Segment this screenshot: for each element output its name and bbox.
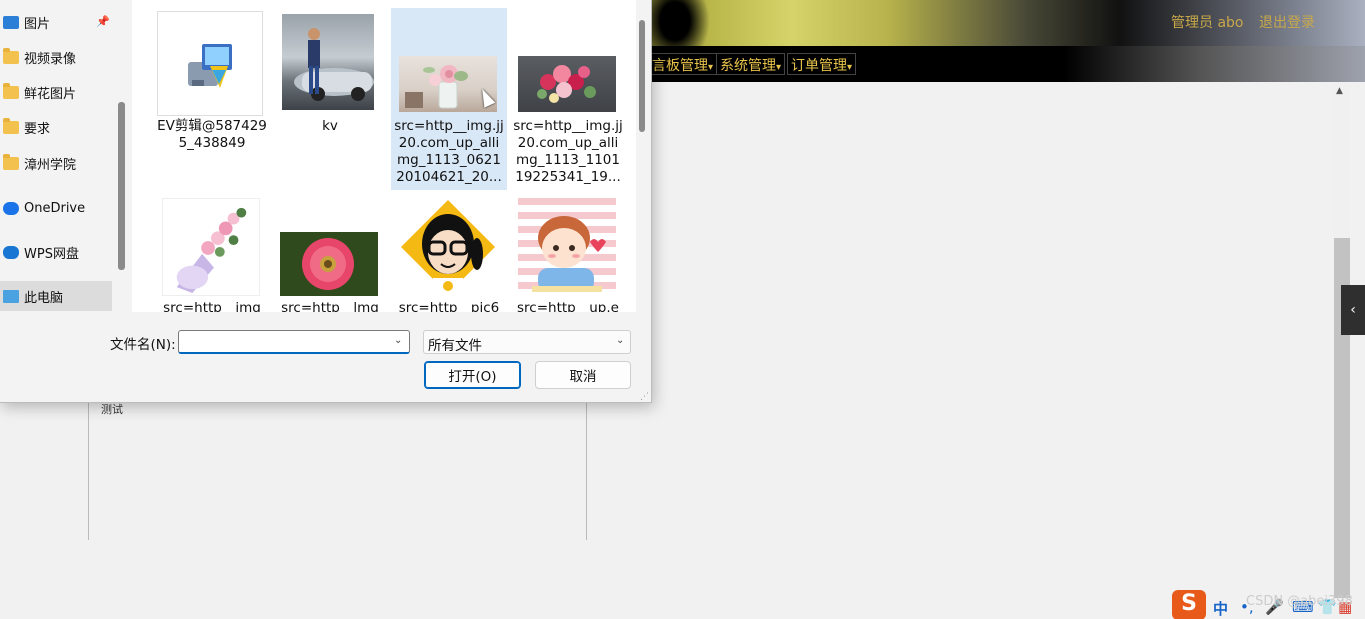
resize-grip-icon[interactable]: ⋰	[640, 392, 649, 402]
nav-orders[interactable]: 订单管理▾	[787, 53, 857, 75]
chinese-mode-icon[interactable]: 中	[1213, 598, 1228, 619]
nav-item-label: 要求	[24, 121, 51, 137]
nav-item-this-pc[interactable]: 此电脑	[0, 281, 112, 311]
navigation-pane: 图片 📌 视频录像 鲜花图片 要求 漳州学院 OneDrive WPS网盘 此电…	[0, 0, 132, 312]
watermark: CSDN @abei398	[1246, 594, 1353, 609]
file-name: src=http__lmg	[281, 300, 379, 312]
nav-item-wps-cloud[interactable]: WPS网盘	[0, 237, 112, 267]
chevron-down-icon: ▾	[776, 62, 782, 73]
test-text: 测试	[101, 403, 123, 416]
nav-item-label: WPS网盘	[24, 246, 79, 262]
nav-system[interactable]: 系统管理▾	[716, 53, 786, 75]
chevron-down-icon: ▾	[708, 62, 714, 73]
side-panel-toggle[interactable]: ‹	[1341, 285, 1365, 335]
nav-message-board[interactable]: 言板管理▾	[648, 53, 718, 75]
file-item[interactable]: src=http__img.jj20.com_up_allimg_1113_11…	[510, 0, 626, 190]
open-button[interactable]: 打开(O)	[424, 361, 521, 389]
chevron-down-icon[interactable]: ⌄	[394, 335, 402, 346]
gerbera-photo	[280, 232, 378, 296]
nav-item-label: 图片	[24, 16, 51, 32]
folder-icon	[3, 117, 19, 134]
cartoon-boy-avatar	[518, 198, 616, 296]
bouquet-photo	[518, 56, 616, 112]
pictures-icon	[3, 15, 19, 29]
file-name: src=http__img.jj20.com_up_allimg_1113_06…	[394, 118, 504, 185]
file-name: src=http__up.e	[517, 300, 619, 312]
cartoon-girl-avatar	[399, 198, 497, 296]
open-button-label: 打开(O)	[448, 369, 497, 385]
folder-icon	[3, 153, 19, 170]
sogou-logo-icon[interactable]: S	[1172, 590, 1206, 619]
nav-item-flower-pics[interactable]: 鲜花图片	[0, 77, 112, 107]
nav-item-label: 此电脑	[24, 290, 64, 306]
file-name: src=http__img.jj20.com_up_allimg_1113_11…	[513, 118, 623, 185]
filetype-value: 所有文件	[428, 338, 482, 354]
file-name: EV剪辑@5874295_438849	[157, 118, 267, 151]
pin-icon[interactable]: 📌	[96, 15, 110, 28]
file-item[interactable]: kv	[272, 0, 388, 190]
onedrive-icon	[3, 201, 19, 215]
nav-item-label: 鲜花图片	[24, 86, 77, 102]
nav-item-requirements[interactable]: 要求	[0, 112, 112, 142]
file-open-dialog: 图片 📌 视频录像 鲜花图片 要求 漳州学院 OneDrive WPS网盘 此电…	[0, 0, 652, 403]
nav-item-videos[interactable]: 视频录像	[0, 42, 112, 72]
nav-item-onedrive[interactable]: OneDrive	[0, 193, 112, 223]
filetype-select[interactable]: 所有文件	[423, 330, 631, 354]
chevron-down-icon: ▾	[847, 62, 853, 73]
nav-item-label: OneDrive	[24, 200, 86, 216]
logout-link[interactable]: 退出登录	[1259, 12, 1315, 32]
wps-cloud-icon	[3, 245, 19, 259]
cancel-button-label: 取消	[569, 369, 597, 385]
file-grid: EV剪辑@5874295_438849 kv src=http__img.jj2…	[132, 0, 636, 312]
nav-item-school[interactable]: 漳州学院	[0, 148, 112, 178]
filename-input[interactable]	[178, 330, 410, 354]
chevron-down-icon[interactable]: ⌄	[616, 335, 624, 346]
file-grid-scroll-thumb[interactable]	[639, 20, 645, 132]
folder-icon	[3, 82, 19, 99]
file-item[interactable]: EV剪辑@5874295_438849	[154, 0, 270, 190]
nav-label: 系统管理	[720, 58, 776, 74]
admin-username: 管理员 abo	[1171, 15, 1244, 31]
nav-item-label: 视频录像	[24, 51, 77, 67]
person-car-photo	[282, 14, 374, 110]
this-pc-icon	[3, 289, 19, 303]
folder-icon	[3, 47, 19, 64]
file-name: src=http__img	[163, 300, 261, 312]
installer-icon	[157, 11, 263, 116]
scroll-up-icon[interactable]: ▲	[1336, 86, 1343, 96]
nav-label: 订单管理	[791, 58, 847, 74]
nav-item-label: 漳州学院	[24, 157, 77, 173]
cancel-button[interactable]: 取消	[535, 361, 631, 389]
nav-label: 言板管理	[652, 58, 708, 74]
filename-label: 文件名(N):	[110, 337, 176, 353]
file-name: kv	[322, 118, 338, 134]
file-name: src=http__pic6	[398, 300, 500, 312]
nav-pane-scrollbar[interactable]	[118, 102, 125, 270]
chevron-left-icon: ‹	[1350, 302, 1356, 318]
pink-bouquet-photo	[162, 198, 260, 296]
